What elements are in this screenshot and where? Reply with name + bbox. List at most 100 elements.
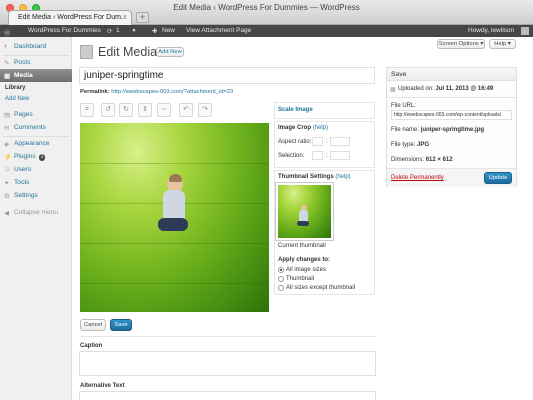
title-bar: Edit Media ‹ WordPress For Dummies — Wor… <box>0 0 533 25</box>
updates-icon[interactable]: ⟳ <box>107 27 112 35</box>
scale-image-link[interactable]: Scale Image <box>278 107 313 113</box>
dimensions-row: Dimensions: 612 × 612 <box>391 157 453 163</box>
redo-icon[interactable]: ↷ <box>198 103 212 117</box>
sidebar-item-dashboard[interactable]: ◐ Dashboard <box>0 40 72 53</box>
admin-sidebar: ◐ Dashboard ✎ Posts ▣ Media Library Add New… <box>0 37 72 400</box>
site-name-link[interactable]: WordPress For Dummies <box>28 27 101 34</box>
help-button[interactable]: Help ▾ <box>489 39 516 49</box>
page-title: Edit Media <box>98 45 158 59</box>
wordpress-logo-icon[interactable]: Ⓦ <box>4 27 11 37</box>
permalink-url[interactable]: http://ewebscapes-003.com/?attachment_id… <box>111 89 233 95</box>
dashboard-icon: ◐ <box>4 43 8 50</box>
option-except-thumbnail-label: All sizes except thumbnail <box>286 285 356 291</box>
file-name-row: File name: juniper-springtime.jpg <box>391 127 485 133</box>
admin-bar: Ⓦ WordPress For Dummies ⟳ 1 ● ✚ New View… <box>0 25 533 37</box>
thumbnail-help-link[interactable]: (help) <box>335 174 350 180</box>
pushpin-icon: ✎ <box>4 60 10 67</box>
sidebar-item-settings[interactable]: ⚙ Settings <box>0 189 72 202</box>
sidebar-subitem-add-new[interactable]: Add New <box>5 96 29 102</box>
image-crop-help-link[interactable]: (help) <box>313 125 328 131</box>
new-plus-icon: ✚ <box>152 28 158 35</box>
collapse-menu-button[interactable]: ◀ Collapse menu <box>0 206 72 219</box>
rotate-right-icon[interactable]: ↻ <box>119 103 133 117</box>
selection-width-input[interactable] <box>312 151 323 160</box>
undo-icon[interactable]: ↶ <box>179 103 193 117</box>
view-attachment-link[interactable]: View Attachment Page <box>186 27 251 34</box>
image-preview[interactable] <box>80 123 269 312</box>
radio-thumbnail[interactable] <box>278 276 284 282</box>
current-thumbnail-label: Current thumbnail <box>278 243 326 249</box>
aspect-ratio-separator: : <box>326 139 328 145</box>
flip-vertical-icon[interactable]: ⇕ <box>138 103 152 117</box>
sidebar-item-plugins[interactable]: ⚡ Plugins 1 <box>0 150 72 163</box>
update-button[interactable]: Update <box>484 172 512 184</box>
apply-changes-label: Apply changes to: <box>278 257 331 263</box>
selection-separator: : <box>326 153 328 159</box>
save-box-title: Save <box>391 71 407 78</box>
tab-close-icon[interactable]: × <box>123 14 127 21</box>
file-url-input[interactable]: http://ewebscapes-003.com/wp-content/upl… <box>391 110 512 120</box>
calendar-icon: ▦ <box>390 87 396 93</box>
thumbnail-settings-heading: Thumbnail Settings (help) <box>278 174 351 180</box>
browser-window: Edit Media ‹ WordPress For Dummies — Wor… <box>0 0 533 400</box>
image-crop-heading: Image Crop (help) <box>278 125 329 131</box>
pages-icon: ▤ <box>4 112 11 119</box>
crop-icon[interactable]: ⌗ <box>80 103 94 117</box>
aspect-ratio-height-input[interactable] <box>330 137 350 146</box>
sidebar-subitem-library[interactable]: Library <box>5 85 25 91</box>
comments-icon: ✉ <box>4 125 10 132</box>
screen-options-button[interactable]: Screen Options ▾ <box>437 39 485 49</box>
browser-tab[interactable]: Edit Media ‹ WordPress For Dum... × <box>8 10 132 25</box>
save-meta-box: Save ▦ Uploaded on: Jul 11, 2013 @ 16:49… <box>386 67 517 187</box>
radio-all-sizes[interactable] <box>278 267 284 273</box>
permalink-row: Permalink: http://ewebscapes-003.com/?at… <box>80 89 234 95</box>
aspect-ratio-label: Aspect ratio: <box>278 139 312 145</box>
radio-all-except-thumbnail[interactable] <box>278 285 284 291</box>
selection-label: Selection: <box>278 153 305 159</box>
cancel-button[interactable]: Cancel <box>80 319 106 331</box>
avatar[interactable] <box>521 27 529 35</box>
flip-horizontal-icon[interactable]: ⇔ <box>157 103 171 117</box>
rotate-left-icon[interactable]: ↺ <box>101 103 115 117</box>
settings-icon: ⚙ <box>4 193 10 200</box>
save-button[interactable]: Save <box>110 319 132 331</box>
aspect-ratio-width-input[interactable] <box>312 137 323 146</box>
tools-icon: ✦ <box>4 180 10 187</box>
delete-permanently-link[interactable]: Delete Permanently <box>391 175 444 181</box>
howdy-user-link[interactable]: Howdy, lewilson <box>468 27 514 34</box>
appearance-icon: ◈ <box>4 141 9 148</box>
divider <box>79 336 376 337</box>
option-thumbnail-label: Thumbnail <box>286 276 315 282</box>
add-new-button[interactable]: Add New <box>156 47 184 57</box>
alt-text-input[interactable] <box>79 391 376 400</box>
file-url-label: File URL: <box>391 103 417 109</box>
sidebar-item-pages[interactable]: ▤ Pages <box>0 108 72 121</box>
new-tab-button[interactable]: + <box>136 12 149 23</box>
sidebar-item-posts[interactable]: ✎ Posts <box>0 56 72 69</box>
sidebar-item-appearance[interactable]: ◈ Appearance <box>0 137 72 150</box>
image-crop-panel: Image Crop (help) Aspect ratio: : Select… <box>274 121 375 168</box>
media-title-input[interactable]: juniper-springtime <box>79 67 375 84</box>
plugins-update-badge: 1 <box>38 154 46 161</box>
caption-label: Caption <box>80 343 103 349</box>
new-link[interactable]: New <box>162 27 175 34</box>
media-page-icon <box>80 45 93 59</box>
selection-height-input[interactable] <box>330 151 350 160</box>
child-hair <box>169 174 182 182</box>
option-all-sizes-label: All image sizes <box>286 267 327 273</box>
comments-icon[interactable]: ● <box>132 27 136 34</box>
scale-image-panel: Scale Image <box>274 102 375 119</box>
sidebar-item-users[interactable]: ☺ Users <box>0 163 72 176</box>
sidebar-item-comments[interactable]: ✉ Comments <box>0 121 72 134</box>
file-type-row: File type: JPG <box>391 142 430 148</box>
sidebar-item-tools[interactable]: ✦ Tools <box>0 176 72 189</box>
users-icon: ☺ <box>4 166 11 173</box>
tab-label: Edit Media ‹ WordPress For Dum... <box>18 14 127 21</box>
updates-count: 1 <box>116 27 120 34</box>
sidebar-item-media[interactable]: ▣ Media <box>0 69 72 82</box>
save-box-actions: Delete Permanently Update <box>387 168 516 187</box>
plugins-icon: ⚡ <box>4 154 13 161</box>
media-icon: ▣ <box>4 73 11 80</box>
child-pants <box>158 218 188 231</box>
caption-textarea[interactable] <box>79 351 376 376</box>
